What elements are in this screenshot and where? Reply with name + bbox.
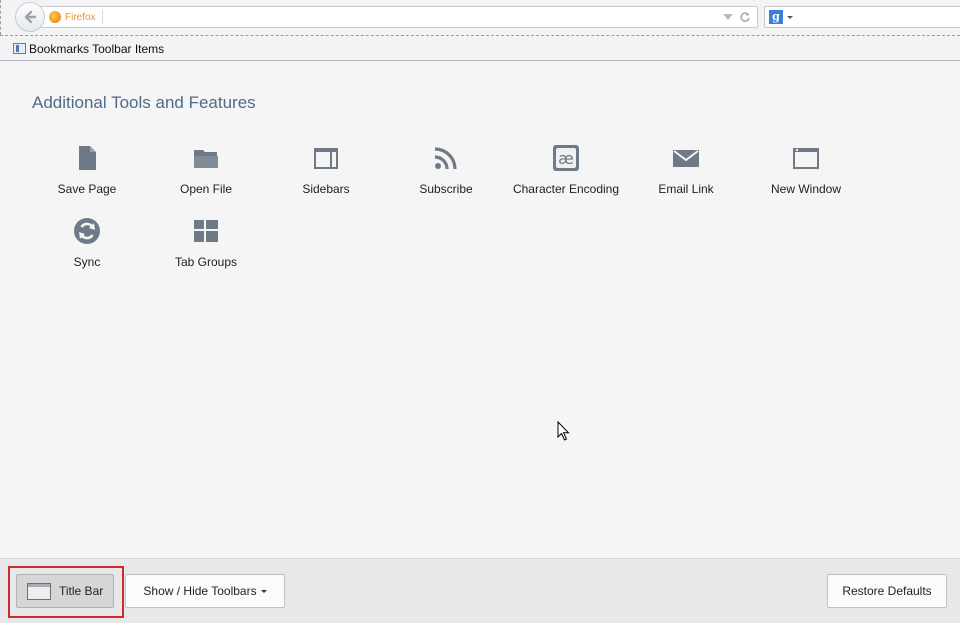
palette-item-label: Open File	[179, 182, 233, 196]
search-bar[interactable]: g	[764, 6, 960, 28]
svg-text:æ: æ	[558, 149, 574, 168]
tab-groups-icon	[192, 217, 220, 245]
bookmarks-toolbar-icon	[13, 43, 26, 54]
urlbar-buttons	[723, 9, 751, 25]
bookmarks-toolbar-label[interactable]: Bookmarks Toolbar Items	[29, 42, 164, 56]
customize-palette: Additional Tools and Features Save Page …	[0, 62, 960, 558]
character-encoding-icon: æ	[552, 144, 580, 172]
bookmarks-toolbar: Bookmarks Toolbar Items	[0, 37, 960, 61]
email-link-icon	[672, 144, 700, 172]
palette-item-label: Tab Groups	[174, 255, 238, 269]
palette-item-tab-groups[interactable]: Tab Groups	[146, 211, 266, 277]
customize-footer: Title Bar Show / Hide Toolbars Restore D…	[0, 558, 960, 623]
back-button[interactable]	[15, 2, 45, 32]
palette-item-save-page[interactable]: Save Page	[27, 138, 147, 204]
firefox-identity-icon	[49, 11, 61, 23]
palette-item-label: Save Page	[57, 182, 117, 196]
mouse-pointer-icon	[557, 421, 570, 441]
palette-item-subscribe[interactable]: Subscribe	[386, 138, 506, 204]
palette-item-label: Sync	[73, 255, 101, 269]
palette-item-email-link[interactable]: Email Link	[626, 138, 746, 204]
palette-item-open-file[interactable]: Open File	[146, 138, 266, 204]
reload-icon[interactable]	[739, 11, 751, 23]
show-hide-toolbars-button[interactable]: Show / Hide Toolbars	[125, 574, 285, 608]
show-hide-toolbars-label: Show / Hide Toolbars	[143, 584, 257, 598]
restore-defaults-button[interactable]: Restore Defaults	[827, 574, 947, 608]
save-page-icon	[73, 144, 101, 172]
palette-item-label: Sidebars	[302, 182, 350, 196]
history-dropmarker-icon[interactable]	[723, 14, 733, 20]
sidebars-icon	[312, 144, 340, 172]
palette-item-label: Email Link	[658, 182, 714, 196]
urlbar-separator	[101, 10, 103, 24]
navigation-toolbar: Firefox g	[0, 0, 960, 36]
url-bar[interactable]: Firefox	[38, 6, 758, 28]
palette-title: Additional Tools and Features	[32, 93, 256, 112]
search-engine-dropdown-icon[interactable]	[787, 15, 793, 19]
back-arrow-icon	[24, 10, 37, 24]
palette-item-sync[interactable]: Sync	[27, 211, 147, 277]
palette-item-new-window[interactable]: New Window	[746, 138, 866, 204]
open-file-icon	[192, 144, 220, 172]
palette-item-label: Subscribe	[419, 182, 473, 196]
new-window-icon	[792, 144, 820, 172]
palette-item-character-encoding[interactable]: æ Character Encoding	[506, 138, 626, 204]
restore-defaults-label: Restore Defaults	[842, 584, 932, 598]
highlight-annotation	[8, 566, 124, 618]
palette-item-label: Character Encoding	[512, 182, 620, 196]
google-search-engine-icon[interactable]: g	[769, 10, 783, 24]
identity-label: Firefox	[65, 11, 96, 23]
sync-icon	[73, 217, 101, 245]
dropdown-caret-icon	[260, 589, 267, 593]
palette-item-sidebars[interactable]: Sidebars	[266, 138, 386, 204]
subscribe-icon	[432, 144, 460, 172]
palette-item-label: New Window	[770, 182, 842, 196]
